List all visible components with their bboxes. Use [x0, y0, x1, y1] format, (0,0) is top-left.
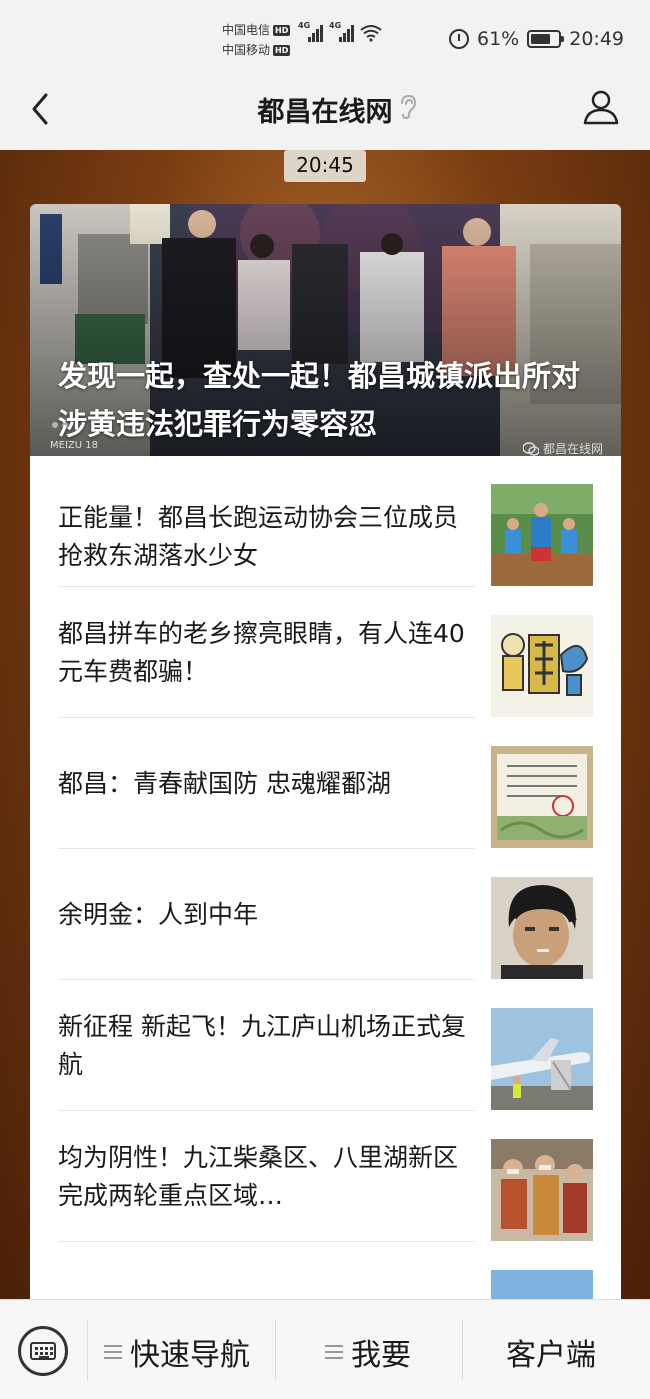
carrier-info: 中国电信 HD 中国移动 HD: [222, 20, 291, 60]
partial-image: [491, 1270, 593, 1300]
menu-lines-icon: [104, 1345, 122, 1359]
news-list: 正能量！都昌长跑运动协会三位成员抢救东湖落水少女 都昌拼车的老乡擦亮眼睛，有人连…: [30, 456, 621, 1300]
clock: 20:49: [569, 28, 624, 50]
page-title: 都昌在线网: [257, 97, 393, 128]
alarm-icon: [449, 29, 469, 49]
airplane-image: [491, 1008, 593, 1110]
menu-label: 客户端: [506, 1338, 596, 1373]
divider: [87, 1320, 88, 1380]
chat-background: 20:45 发现一起，查处一起！都昌城镇派出所对涉黄违法犯罪行为零容忍 MEIZ…: [0, 150, 650, 1300]
divider: [275, 1320, 276, 1380]
news-title: 余明金：人到中年: [58, 900, 259, 929]
nav-bar: 都昌在线网: [0, 78, 650, 150]
news-title: 均为阴性！九江柴桑区、八里湖新区完成两轮重点区域…: [58, 1143, 459, 1210]
news-title: 都昌：青春献国防 忠魂耀鄱湖: [58, 769, 391, 798]
menu-label: 我要: [351, 1338, 411, 1373]
crowd-image: [491, 1139, 593, 1241]
news-thumbnail: [491, 1008, 593, 1110]
wechat-icon: [522, 441, 539, 456]
status-right: 61% 20:49: [449, 28, 624, 50]
news-item[interactable]: 正能量！都昌长跑运动协会三位成员抢救东湖落水少女: [30, 456, 621, 587]
menu-lines-icon: [325, 1345, 343, 1359]
carrier-2: 中国移动: [222, 43, 271, 57]
profile-icon[interactable]: [582, 88, 620, 126]
network-label: 4G: [329, 21, 342, 30]
carrier-1: 中国电信: [222, 23, 271, 37]
source-watermark: 都昌在线网: [522, 440, 603, 456]
news-thumbnail: [491, 746, 593, 848]
news-item-partial[interactable]: [30, 1242, 621, 1300]
keyboard-icon: [30, 1342, 56, 1360]
divider: [462, 1320, 463, 1380]
bottom-menu-bar: 快速导航 我要 客户端: [0, 1299, 650, 1399]
news-thumbnail: [491, 484, 593, 586]
news-title: 正能量！都昌长跑运动协会三位成员抢救东湖落水少女: [58, 503, 459, 570]
news-item[interactable]: 都昌：青春献国防 忠魂耀鄱湖: [30, 718, 621, 849]
portrait-image: [491, 877, 593, 979]
ear-icon: [401, 94, 417, 120]
hero-article[interactable]: 发现一起，查处一起！都昌城镇派出所对涉黄违法犯罪行为零容忍 MEIZU 18 都…: [30, 204, 621, 456]
wifi-icon: [360, 25, 382, 42]
news-item[interactable]: 新征程 新起飞！九江庐山机场正式复航: [30, 980, 621, 1111]
scam-cartoon-image: [491, 615, 593, 717]
status-bar: 中国电信 HD 中国移动 HD 4G 4G 61% 20:49: [0, 0, 650, 78]
menu-want[interactable]: 我要: [325, 1330, 411, 1374]
battery-percent: 61%: [477, 28, 520, 50]
photo-watermark: MEIZU 18: [50, 440, 98, 451]
news-item[interactable]: 余明金：人到中年: [30, 849, 621, 980]
signal-indicators: 4G 4G: [298, 21, 382, 42]
message-timestamp: 20:45: [284, 150, 366, 182]
signal-icon: 4G: [329, 21, 354, 42]
signal-icon: 4G: [298, 21, 323, 42]
news-thumbnail: [491, 615, 593, 717]
battery-icon: [527, 30, 565, 48]
menu-client[interactable]: 客户端: [506, 1330, 596, 1374]
news-thumbnail: [491, 877, 593, 979]
runners-image: [491, 484, 593, 586]
keyboard-toggle-button[interactable]: [18, 1326, 68, 1376]
hero-title: 发现一起，查处一起！都昌城镇派出所对涉黄违法犯罪行为零容忍: [58, 359, 581, 441]
news-thumbnail: [491, 1270, 593, 1300]
source-label: 都昌在线网: [542, 442, 603, 456]
news-thumbnail: [491, 1139, 593, 1241]
news-title: 都昌拼车的老乡擦亮眼睛，有人连40元车费都骗！: [58, 619, 465, 686]
menu-quick-nav[interactable]: 快速导航: [104, 1330, 250, 1374]
network-label: 4G: [298, 21, 311, 30]
news-item[interactable]: 都昌拼车的老乡擦亮眼睛，有人连40元车费都骗！: [30, 587, 621, 718]
menu-label: 快速导航: [130, 1338, 250, 1373]
news-title: 新征程 新起飞！九江庐山机场正式复航: [58, 1012, 466, 1079]
news-item[interactable]: 均为阴性！九江柴桑区、八里湖新区完成两轮重点区域…: [30, 1111, 621, 1242]
hd-badge: HD: [273, 44, 291, 56]
certificate-image: [491, 746, 593, 848]
hd-badge: HD: [273, 24, 291, 36]
article-card: 发现一起，查处一起！都昌城镇派出所对涉黄违法犯罪行为零容忍 MEIZU 18 都…: [30, 204, 621, 1300]
carousel-indicator: [52, 422, 68, 428]
